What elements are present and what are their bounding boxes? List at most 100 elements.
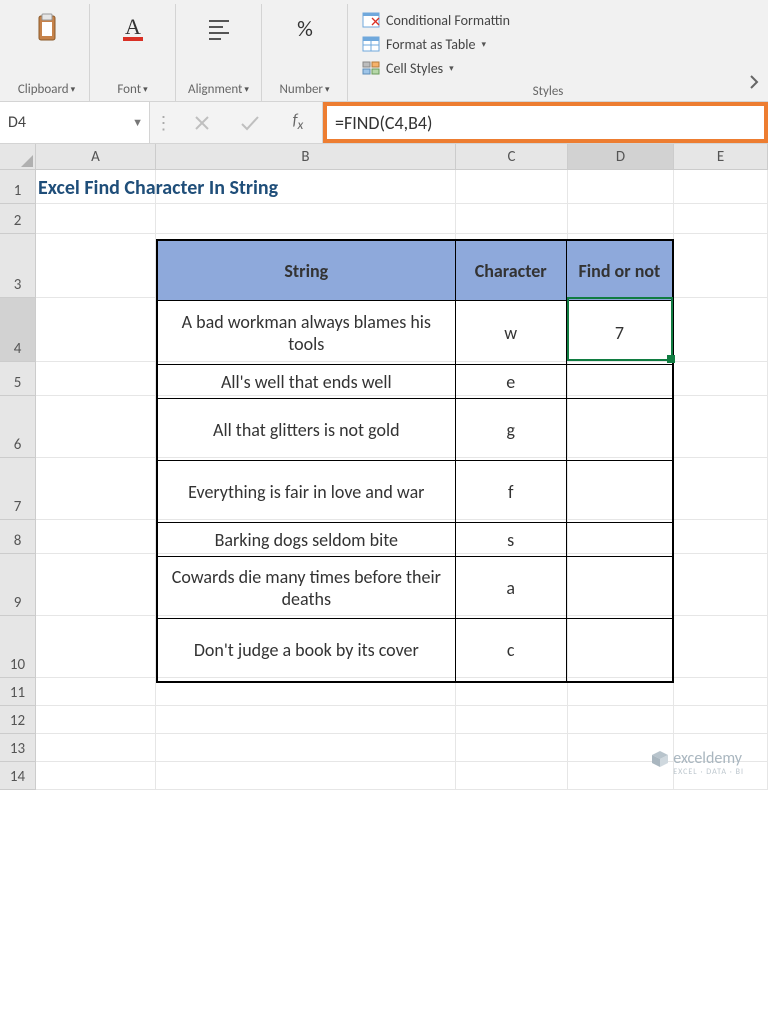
- cell-string[interactable]: Don't judge a book by its cover: [158, 619, 456, 681]
- formula-bar[interactable]: =FIND(C4,B4): [323, 102, 768, 143]
- cell[interactable]: [674, 678, 768, 705]
- col-header-A[interactable]: A: [36, 144, 156, 169]
- cell[interactable]: [36, 396, 156, 457]
- col-header-D[interactable]: D: [568, 144, 674, 169]
- cell-find[interactable]: [567, 619, 672, 681]
- cancel-formula-button[interactable]: [178, 102, 226, 143]
- cell-string[interactable]: Cowards die many times before their deat…: [158, 557, 456, 619]
- alignment-button[interactable]: [197, 8, 241, 48]
- ribbon-overflow-button[interactable]: [744, 4, 768, 101]
- cell[interactable]: [456, 706, 568, 733]
- cell-string[interactable]: All that glitters is not gold: [158, 399, 456, 461]
- row-header[interactable]: 8: [0, 520, 36, 554]
- cell[interactable]: [36, 298, 156, 361]
- cell[interactable]: [456, 734, 568, 761]
- row-header[interactable]: 5: [0, 362, 36, 396]
- col-header-B[interactable]: B: [156, 144, 456, 169]
- cell[interactable]: [36, 204, 156, 233]
- cell[interactable]: [674, 706, 768, 733]
- cell[interactable]: [674, 458, 768, 519]
- cell[interactable]: [156, 204, 456, 233]
- cell[interactable]: [674, 170, 768, 203]
- row-header[interactable]: 12: [0, 706, 36, 734]
- cell[interactable]: [674, 298, 768, 361]
- cell-find[interactable]: [567, 365, 672, 399]
- table-header[interactable]: String: [158, 241, 456, 301]
- cell[interactable]: [568, 706, 674, 733]
- cell[interactable]: [674, 204, 768, 233]
- cell[interactable]: [36, 734, 156, 761]
- cell-find[interactable]: [567, 461, 672, 523]
- cell-character[interactable]: e: [456, 365, 567, 399]
- row-header[interactable]: 11: [0, 678, 36, 706]
- paste-button[interactable]: [25, 8, 69, 48]
- cell-character[interactable]: w: [456, 301, 567, 365]
- cell-find[interactable]: [567, 523, 672, 557]
- cell[interactable]: [36, 762, 156, 789]
- cell-character[interactable]: g: [456, 399, 567, 461]
- name-box[interactable]: D4 ▼: [0, 102, 150, 143]
- ribbon-caption-clipboard[interactable]: Clipboard▾: [18, 79, 75, 99]
- ribbon-caption-number[interactable]: Number▾: [280, 79, 330, 99]
- enter-formula-button[interactable]: [226, 102, 274, 143]
- cell[interactable]: [36, 706, 156, 733]
- cell[interactable]: [674, 234, 768, 297]
- cell[interactable]: [568, 204, 674, 233]
- font-button[interactable]: A: [111, 8, 155, 48]
- cell[interactable]: [36, 616, 156, 677]
- cell[interactable]: [456, 762, 568, 789]
- cell[interactable]: [36, 234, 156, 297]
- conditional-formatting-button[interactable]: Conditional Formattin: [362, 8, 510, 32]
- insert-function-button[interactable]: fx: [274, 111, 322, 133]
- select-all-button[interactable]: [0, 144, 36, 169]
- cell-character[interactable]: c: [456, 619, 567, 681]
- cell[interactable]: [36, 458, 156, 519]
- cell[interactable]: [36, 362, 156, 395]
- cell-character[interactable]: a: [456, 557, 567, 619]
- formula-handle[interactable]: ⋮: [150, 112, 178, 134]
- col-header-C[interactable]: C: [456, 144, 568, 169]
- cell[interactable]: [674, 520, 768, 553]
- cell-styles-button[interactable]: Cell Styles▾: [362, 56, 510, 80]
- cell[interactable]: [456, 204, 568, 233]
- chevron-down-icon[interactable]: ▼: [132, 116, 143, 129]
- cell[interactable]: [36, 678, 156, 705]
- cell-find[interactable]: 7: [567, 301, 672, 365]
- ribbon-caption-font[interactable]: Font▾: [117, 79, 147, 99]
- row-header[interactable]: 14: [0, 762, 36, 790]
- cell-character[interactable]: s: [456, 523, 567, 557]
- row-header[interactable]: 7: [0, 458, 36, 520]
- number-button[interactable]: %: [283, 8, 327, 48]
- row-header[interactable]: 6: [0, 396, 36, 458]
- cell[interactable]: [674, 554, 768, 615]
- cell[interactable]: [568, 170, 674, 203]
- cell-find[interactable]: [567, 399, 672, 461]
- format-as-table-button[interactable]: Format as Table▾: [362, 32, 510, 56]
- ribbon-caption-alignment[interactable]: Alignment▾: [188, 79, 249, 99]
- cell-find[interactable]: [567, 557, 672, 619]
- cell[interactable]: [156, 706, 456, 733]
- cell[interactable]: [674, 616, 768, 677]
- cell[interactable]: [36, 554, 156, 615]
- row-header[interactable]: 1: [0, 170, 36, 204]
- cell-string[interactable]: A bad workman always blames his tools: [158, 301, 456, 365]
- cell-string[interactable]: Everything is fair in love and war: [158, 461, 456, 523]
- sheet-area[interactable]: Excel Find Character In String StringCha…: [36, 170, 768, 790]
- row-header[interactable]: 9: [0, 554, 36, 616]
- cell[interactable]: [156, 762, 456, 789]
- cell-string[interactable]: All's well that ends well: [158, 365, 456, 399]
- row-header[interactable]: 13: [0, 734, 36, 762]
- table-header[interactable]: Character: [456, 241, 567, 301]
- cell[interactable]: [456, 170, 568, 203]
- col-header-E[interactable]: E: [674, 144, 768, 169]
- table-header[interactable]: Find or not: [567, 241, 672, 301]
- row-header[interactable]: 2: [0, 204, 36, 234]
- cell[interactable]: [674, 362, 768, 395]
- cell-string[interactable]: Barking dogs seldom bite: [158, 523, 456, 557]
- cell[interactable]: [674, 396, 768, 457]
- row-header[interactable]: 10: [0, 616, 36, 678]
- cell[interactable]: [36, 520, 156, 553]
- cell-character[interactable]: f: [456, 461, 567, 523]
- cell[interactable]: [156, 734, 456, 761]
- row-header[interactable]: 4: [0, 298, 36, 362]
